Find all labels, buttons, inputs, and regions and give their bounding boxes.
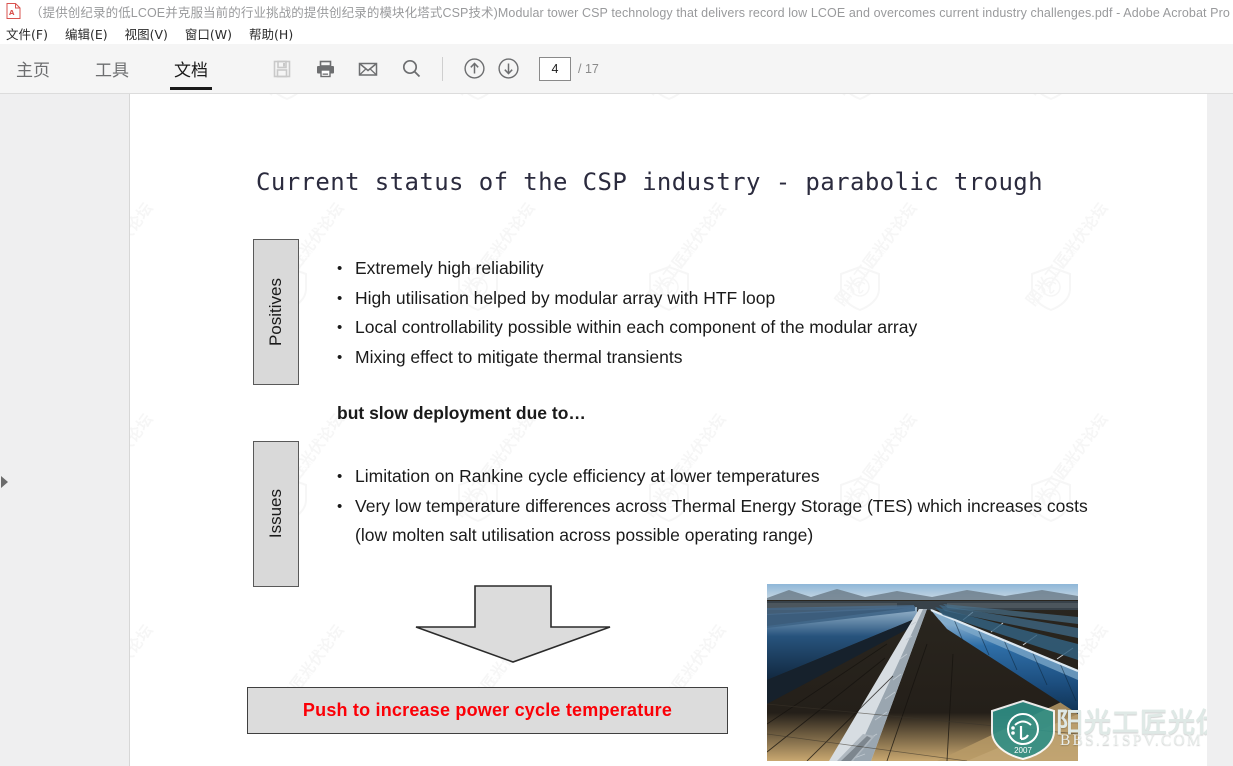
- down-arrow-icon: [413, 584, 613, 664]
- issues-label: Issues: [266, 489, 285, 539]
- parabolic-trough-solar-field-photo: [767, 584, 1078, 761]
- tab-home[interactable]: 主页: [12, 44, 54, 94]
- search-icon[interactable]: [396, 54, 426, 84]
- previous-page-icon[interactable]: [459, 54, 489, 84]
- menu-view[interactable]: 视图(V): [125, 24, 168, 43]
- list-item-text: Extremely high reliability: [355, 258, 544, 278]
- list-item: • Extremely high reliability: [337, 254, 1077, 284]
- svg-text:A: A: [9, 9, 15, 17]
- tab-tools[interactable]: 工具: [91, 44, 133, 94]
- document-scroll-area[interactable]: 阳光工匠光伏论坛BBS.21SPV.COM阳光工匠光伏论坛BBS.21SPV.C…: [130, 94, 1233, 766]
- toolbar-divider: [442, 56, 443, 81]
- menu-file[interactable]: 文件(F): [6, 24, 48, 43]
- bullet-icon: •: [337, 468, 343, 485]
- save-icon[interactable]: [267, 54, 297, 84]
- issues-label-box: Issues: [253, 441, 299, 587]
- email-icon[interactable]: [353, 54, 383, 84]
- bullet-icon: •: [337, 348, 343, 366]
- cta-box: Push to increase power cycle temperature: [247, 687, 728, 734]
- navigation-pane: [0, 94, 130, 766]
- forum-watermark-url: BBS.21SPV.COM: [1060, 732, 1203, 749]
- list-item: • Mixing effect to mitigate thermal tran…: [337, 343, 1077, 373]
- toolbar: 主页 工具 文档 4 / 17: [0, 44, 1233, 94]
- list-item-text: Local controllability possible within ea…: [355, 317, 918, 337]
- list-item: • Very low temperature differences acros…: [337, 492, 1097, 551]
- list-item-text: High utilisation helped by modular array…: [355, 287, 776, 308]
- menu-help[interactable]: 帮助(H): [249, 24, 293, 43]
- positives-label: Positives: [266, 277, 285, 347]
- window-title: （提供创纪录的低LCOE并克服当前的行业挑战的提供创纪录的模块化塔式CSP技术)…: [30, 5, 1233, 20]
- document-work-area: 阳光工匠光伏论坛BBS.21SPV.COM阳光工匠光伏论坛BBS.21SPV.C…: [0, 94, 1233, 766]
- menu-window[interactable]: 窗口(W): [185, 24, 232, 43]
- issues-bullet-list: • Limitation on Rankine cycle efficiency…: [337, 462, 1097, 551]
- pdf-document-icon: A: [6, 3, 21, 19]
- slide-title: Current status of the CSP industry - par…: [256, 168, 1044, 196]
- list-item: • Local controllability possible within …: [337, 313, 1077, 343]
- bullet-icon: •: [337, 319, 343, 336]
- list-item: • Limitation on Rankine cycle efficiency…: [337, 462, 1097, 492]
- next-page-icon[interactable]: [493, 54, 523, 84]
- page-total-label: / 17: [578, 61, 599, 76]
- list-item-text: Mixing effect to mitigate thermal transi…: [355, 346, 683, 367]
- page-number-input[interactable]: 4: [539, 56, 571, 81]
- subheading: but slow deployment due to…: [337, 403, 586, 423]
- positives-label-box: Positives: [253, 239, 299, 385]
- list-item: • High utilisation helped by modular arr…: [337, 284, 1077, 314]
- slide-content: Current status of the CSP industry - par…: [130, 94, 1207, 766]
- list-item-text: Limitation on Rankine cycle efficiency a…: [355, 466, 820, 486]
- positives-bullet-list: • Extremely high reliability • High util…: [337, 254, 1077, 372]
- title-bar: A （提供创纪录的低LCOE并克服当前的行业挑战的提供创纪录的模块化塔式CSP技…: [0, 0, 1233, 22]
- bullet-icon: •: [337, 289, 343, 307]
- chevron-right-icon[interactable]: [0, 475, 10, 489]
- menu-bar: 文件(F) 编辑(E) 视图(V) 窗口(W) 帮助(H): [0, 22, 1233, 44]
- forum-watermark-text: 阳光工匠光伏论坛: [1056, 708, 1207, 739]
- bullet-icon: •: [337, 260, 343, 277]
- list-item-text: Very low temperature differences across …: [355, 495, 1088, 546]
- print-icon[interactable]: [310, 54, 340, 84]
- pdf-page: 阳光工匠光伏论坛BBS.21SPV.COM阳光工匠光伏论坛BBS.21SPV.C…: [130, 94, 1207, 766]
- cta-text: Push to increase power cycle temperature: [302, 700, 673, 720]
- tab-document[interactable]: 文档: [170, 44, 212, 94]
- menu-edit[interactable]: 编辑(E): [65, 24, 108, 43]
- bullet-icon: •: [337, 497, 343, 515]
